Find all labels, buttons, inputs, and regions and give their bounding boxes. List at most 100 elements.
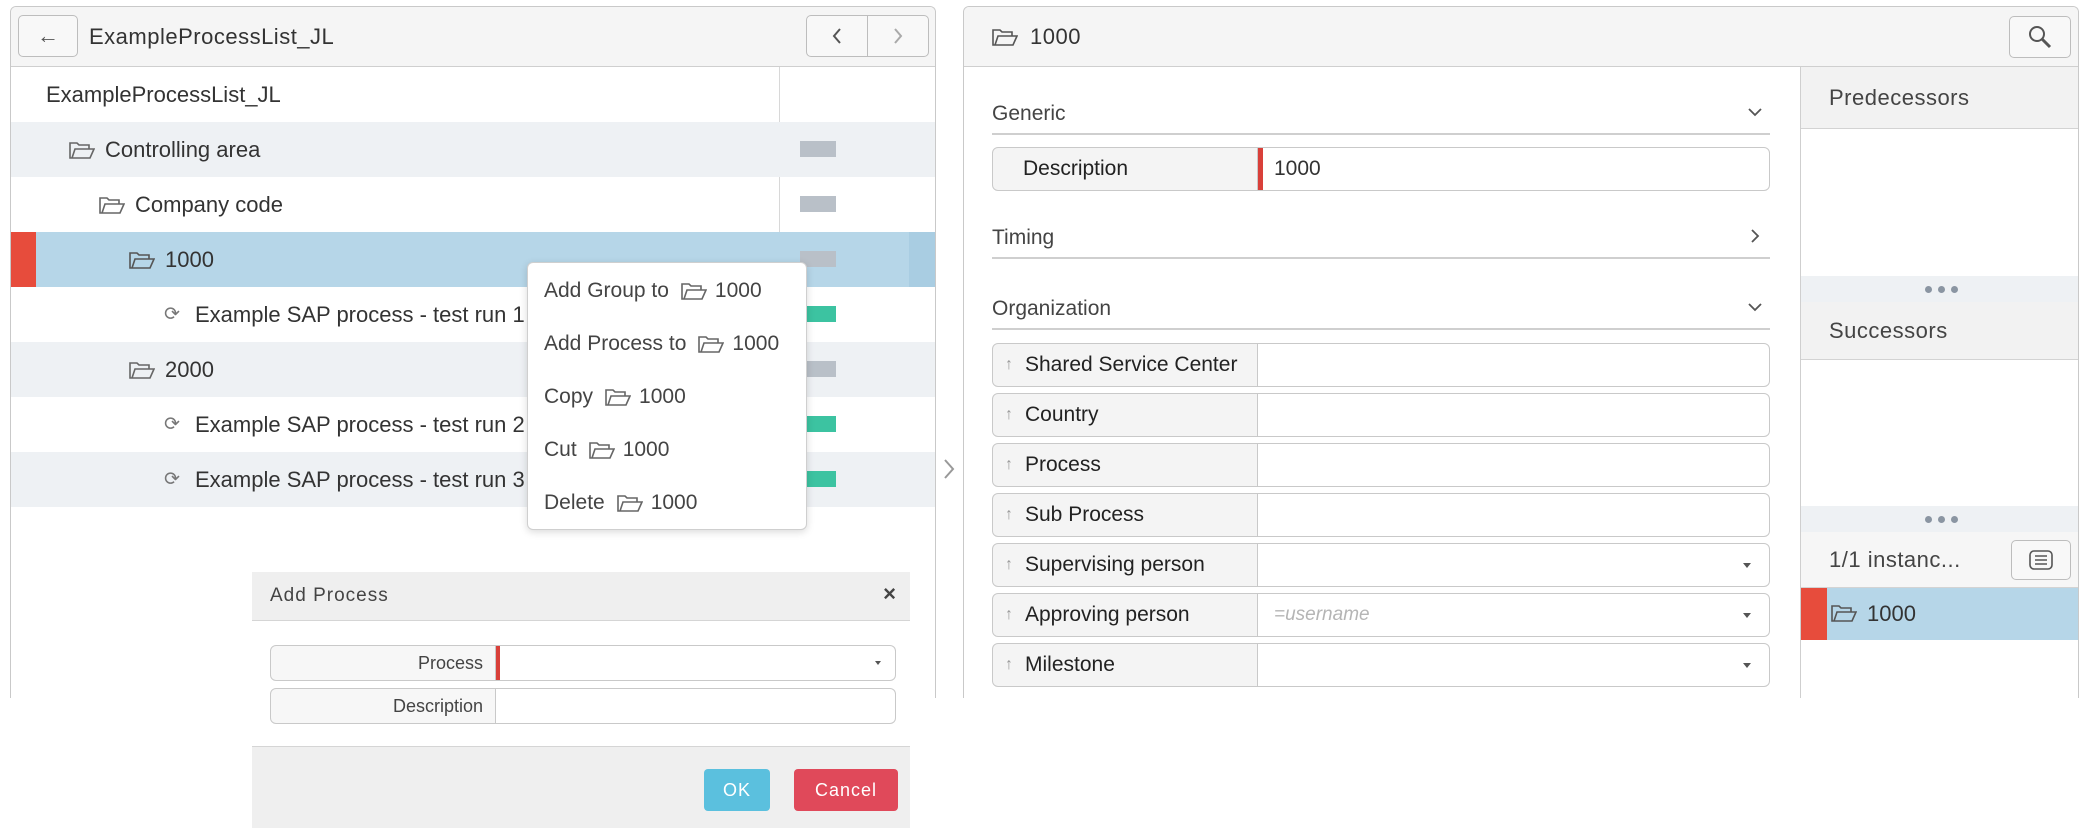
instance-item[interactable]: 1000 bbox=[1801, 588, 2078, 640]
add-process-dialog: Add Process × Process Description OK Can… bbox=[252, 572, 910, 828]
field-label-text: Process bbox=[1025, 453, 1101, 476]
folder-icon bbox=[698, 335, 725, 354]
description-value: 1000 bbox=[1274, 157, 1321, 180]
folder-icon bbox=[99, 195, 126, 214]
field-label-sub-process: ↑ Sub Process bbox=[992, 493, 1258, 537]
tree-toolbar: ← ExampleProcessList_JL bbox=[11, 7, 935, 67]
description-input[interactable] bbox=[496, 688, 896, 724]
detail-panel: 1000 Generic Description 1000 Timing Org… bbox=[963, 6, 2079, 698]
chevron-down-icon bbox=[1748, 108, 1762, 117]
tree-row-label: Example SAP process - test run 1 bbox=[195, 301, 525, 327]
menu-item-delete[interactable]: Delete 1000 bbox=[544, 483, 697, 523]
description-label: Description bbox=[992, 147, 1258, 191]
process-icon: ⟳ bbox=[164, 304, 180, 325]
section-title: Generic bbox=[992, 102, 1066, 125]
tree-row-label: ExampleProcessList_JL bbox=[46, 81, 281, 107]
tree-row-label: Example SAP process - test run 3 bbox=[195, 466, 525, 492]
search-icon bbox=[2029, 26, 2052, 49]
country-input[interactable] bbox=[1257, 393, 1770, 437]
search-button[interactable] bbox=[2009, 16, 2071, 58]
panel-splitter-handle[interactable] bbox=[943, 458, 955, 480]
process-icon: ⟳ bbox=[164, 414, 180, 435]
arrow-up-icon: ↑ bbox=[1005, 456, 1013, 473]
tree-title: ExampleProcessList_JL bbox=[89, 24, 335, 49]
supervising-person-select[interactable] bbox=[1257, 543, 1770, 587]
folder-icon bbox=[588, 441, 615, 460]
required-marker bbox=[496, 646, 500, 680]
chevron-right-icon bbox=[944, 459, 955, 479]
chevron-right-icon bbox=[1751, 229, 1760, 243]
menu-item-target: 1000 bbox=[714, 279, 762, 302]
field-label-approving-person: ↑ Approving person bbox=[992, 593, 1258, 637]
tree-row-label: Controlling area bbox=[105, 136, 261, 162]
field-label-text: Milestone bbox=[1025, 653, 1115, 676]
folder-icon bbox=[681, 282, 708, 301]
dialog-footer: OK Cancel bbox=[252, 746, 910, 828]
field-label-milestone: ↑ Milestone bbox=[992, 643, 1258, 687]
back-button[interactable]: ← bbox=[18, 15, 78, 57]
arrow-up-icon: ↑ bbox=[1005, 356, 1013, 373]
predecessors-header: Predecessors bbox=[1801, 67, 2078, 129]
status-chip bbox=[800, 196, 836, 212]
folder-icon bbox=[1831, 604, 1858, 623]
sub-process-input[interactable] bbox=[1257, 493, 1770, 537]
close-icon[interactable]: × bbox=[883, 581, 896, 607]
tree-row-company-code[interactable]: Company code bbox=[11, 177, 935, 232]
chevron-down-icon bbox=[1743, 563, 1751, 568]
menu-item-cut[interactable]: Cut 1000 bbox=[544, 430, 669, 470]
menu-item-label: Add Process to bbox=[544, 332, 687, 355]
chevron-left-icon bbox=[832, 28, 841, 44]
menu-item-copy[interactable]: Copy 1000 bbox=[544, 377, 686, 417]
successors-header: Successors bbox=[1801, 302, 2078, 360]
relations-column: Predecessors Successors 1/1 instanc... 1… bbox=[1800, 67, 2078, 698]
menu-item-target: 1000 bbox=[650, 491, 698, 514]
process-input[interactable] bbox=[1257, 443, 1770, 487]
next-button[interactable] bbox=[867, 15, 929, 57]
error-marker bbox=[1801, 588, 1827, 640]
section-generic[interactable]: Generic bbox=[992, 95, 1770, 135]
splitter-dots[interactable] bbox=[1801, 506, 2078, 532]
cancel-button[interactable]: Cancel bbox=[794, 769, 898, 811]
folder-icon bbox=[129, 360, 156, 379]
prev-button[interactable] bbox=[806, 15, 868, 57]
section-timing[interactable]: Timing bbox=[992, 219, 1770, 259]
shared-service-center-input[interactable] bbox=[1257, 343, 1770, 387]
menu-item-label: Copy bbox=[544, 385, 594, 408]
ok-button[interactable]: OK bbox=[704, 769, 770, 811]
status-chip bbox=[800, 141, 836, 157]
field-label-text: Country bbox=[1025, 403, 1099, 426]
error-marker bbox=[11, 232, 36, 287]
row-end-cap bbox=[909, 232, 935, 287]
process-select[interactable] bbox=[496, 645, 896, 681]
menu-item-target: 1000 bbox=[732, 332, 780, 355]
description-input[interactable]: 1000 bbox=[1257, 147, 1770, 191]
menu-item-label: Cut bbox=[544, 438, 577, 461]
section-title: Timing bbox=[992, 226, 1055, 249]
arrow-up-icon: ↑ bbox=[1005, 656, 1013, 673]
tree-row-controlling-area[interactable]: Controlling area bbox=[11, 122, 935, 177]
instances-list-button[interactable] bbox=[2011, 540, 2071, 580]
menu-item-label: Add Group to bbox=[544, 279, 669, 302]
menu-item-add-process[interactable]: Add Process to 1000 bbox=[544, 324, 779, 364]
arrow-left-icon: ← bbox=[37, 23, 59, 48]
list-icon bbox=[2029, 550, 2053, 570]
splitter-dots[interactable] bbox=[1801, 276, 2078, 302]
dialog-header: Add Process × bbox=[252, 572, 910, 621]
arrow-up-icon: ↑ bbox=[1005, 606, 1013, 623]
section-organization[interactable]: Organization bbox=[992, 290, 1770, 330]
folder-icon bbox=[605, 388, 632, 407]
section-title: Organization bbox=[992, 297, 1112, 320]
instances-label: 1/1 instanc... bbox=[1829, 546, 1961, 572]
description-field-label: Description bbox=[270, 688, 496, 724]
menu-item-label: Delete bbox=[544, 491, 605, 514]
menu-item-add-group[interactable]: Add Group to 1000 bbox=[544, 271, 762, 311]
tree-row-label: 2000 bbox=[165, 356, 214, 382]
milestone-select[interactable] bbox=[1257, 643, 1770, 687]
instance-item-label: 1000 bbox=[1867, 601, 1916, 626]
field-label-text: Sub Process bbox=[1025, 503, 1145, 526]
process-icon: ⟳ bbox=[164, 469, 180, 490]
field-label-text: Approving person bbox=[1025, 603, 1190, 626]
arrow-up-icon: ↑ bbox=[1005, 506, 1013, 523]
approving-person-select[interactable]: =username bbox=[1257, 593, 1770, 637]
tree-row-root[interactable]: ExampleProcessList_JL bbox=[11, 67, 935, 122]
